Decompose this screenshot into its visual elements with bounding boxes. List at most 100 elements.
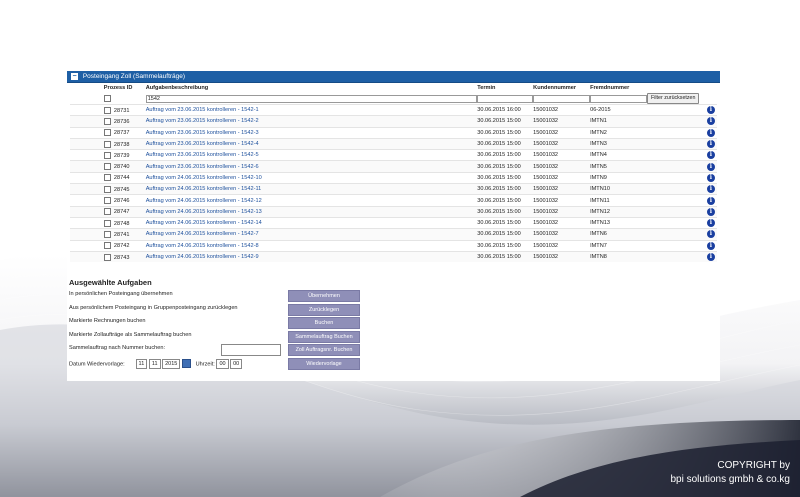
table-row[interactable]: 28745 Auftrag vom 24.06.2015 kontrolleren…: [70, 183, 717, 195]
table-row[interactable]: 28744 Auftrag vom 24.06.2015 kontrolleren…: [70, 171, 717, 184]
row-checkbox[interactable]: [103, 230, 111, 238]
row-termin: 30.06.2015 15:00: [475, 115, 532, 128]
row-task-link[interactable]: Auftrag vom 23.06.2015 kontrolleren - 15…: [146, 107, 259, 113]
info-icon[interactable]: i: [706, 162, 715, 171]
row-task-link[interactable]: Auftrag vom 24.06.2015 kontrolleren - 15…: [146, 254, 259, 260]
info-icon[interactable]: i: [706, 219, 715, 228]
wiedervorlage-button[interactable]: Wiedervorlage: [288, 357, 360, 370]
row-checkbox[interactable]: [103, 163, 111, 171]
row-checkbox[interactable]: [103, 129, 111, 137]
row-termin: 30.06.2015 15:00: [475, 149, 532, 161]
filter-aufgabe-input[interactable]: 1542: [145, 94, 478, 103]
row-fremd: IMTN9: [588, 171, 645, 184]
hour-field[interactable]: 00: [216, 358, 229, 369]
table-row[interactable]: 28741 Auftrag vom 24.06.2015 kontrolleren…: [70, 228, 717, 241]
row-prozess-id: 28736: [113, 118, 130, 125]
row-task-link[interactable]: Auftrag vom 24.06.2015 kontrolleren - 15…: [146, 220, 262, 226]
row-task-link[interactable]: Auftrag vom 23.06.2015 kontrolleren - 15…: [146, 164, 259, 170]
select-all-checkbox[interactable]: [103, 95, 111, 102]
col-prozess-id[interactable]: Prozess ID: [102, 83, 144, 93]
row-task-link[interactable]: Auftrag vom 23.06.2015 kontrolleren - 15…: [146, 130, 259, 136]
zoll-auftragsnr-buchen-button[interactable]: Zoll Auftragsnr. Buchen: [288, 344, 360, 356]
row-task-link[interactable]: Auftrag vom 24.06.2015 kontrolleren - 15…: [146, 198, 262, 204]
col-termin[interactable]: Termin: [475, 83, 531, 93]
row-kunde: 15001032: [531, 250, 589, 263]
info-icon[interactable]: i: [706, 106, 715, 115]
table-row[interactable]: 28740 Auftrag vom 23.06.2015 kontrolleren…: [70, 160, 717, 173]
uebernehmen-button[interactable]: Übernehmen: [288, 290, 360, 302]
info-icon[interactable]: i: [706, 140, 715, 149]
table-row[interactable]: 28742 Auftrag vom 24.06.2015 kontrolleren…: [70, 239, 717, 252]
row-task-link[interactable]: Auftrag vom 24.06.2015 kontrolleren - 15…: [146, 209, 262, 215]
filter-fremd-input[interactable]: [590, 94, 647, 103]
filter-kunde-input[interactable]: [533, 94, 591, 103]
row-checkbox[interactable]: [103, 106, 111, 114]
sammelauftrag-buchen-button[interactable]: Sammelauftrag Buchen: [288, 330, 360, 343]
buchen-button[interactable]: Buchen: [288, 317, 360, 329]
day-field[interactable]: 11: [135, 358, 148, 369]
table-row[interactable]: 28731 Auftrag vom 23.06.2015 kontrolleren…: [70, 103, 717, 116]
table-row[interactable]: 28746 Auftrag vom 24.06.2015 kontrolleren…: [70, 194, 717, 207]
info-icon[interactable]: i: [706, 230, 715, 239]
info-icon[interactable]: i: [706, 185, 715, 194]
info-icon[interactable]: i: [706, 253, 715, 261]
month-field[interactable]: 11: [148, 358, 161, 369]
table-row[interactable]: 28743 Auftrag vom 24.06.2015 kontrolleren…: [70, 250, 717, 263]
row-task-link[interactable]: Auftrag vom 24.06.2015 kontrolleren - 15…: [146, 175, 262, 181]
row-task-link[interactable]: Auftrag vom 24.06.2015 kontrolleren - 15…: [146, 186, 262, 192]
info-icon[interactable]: i: [706, 207, 715, 216]
filter-termin-input[interactable]: [477, 94, 534, 103]
row-checkbox[interactable]: [103, 253, 111, 261]
info-icon[interactable]: i: [706, 151, 715, 160]
row-task-link[interactable]: Auftrag vom 24.06.2015 kontrolleren - 15…: [146, 243, 259, 249]
row-termin: 30.06.2015 15:00: [475, 239, 532, 252]
row-checkbox[interactable]: [103, 174, 111, 182]
row-kunde: 15001032: [531, 160, 589, 173]
calendar-icon[interactable]: [181, 359, 191, 368]
row-kunde: 15001032: [531, 126, 589, 139]
task-row-sammelauftrag: Markierte Zollaufträge als Sammelauftrag…: [69, 330, 399, 345]
row-checkbox[interactable]: [103, 151, 111, 159]
col-kunde[interactable]: Kundennummer: [531, 83, 588, 93]
info-icon[interactable]: i: [706, 173, 715, 182]
row-checkbox[interactable]: [103, 185, 111, 193]
row-checkbox[interactable]: [103, 117, 111, 125]
row-prozess-id: 28748: [113, 220, 130, 227]
row-task-link[interactable]: Auftrag vom 23.06.2015 kontrolleren - 15…: [146, 118, 259, 124]
row-checkbox[interactable]: [103, 140, 111, 148]
zuruecklegen-button[interactable]: Zurücklegen: [288, 303, 360, 316]
panel-title: Posteingang Zoll (Sammelaufträge): [82, 73, 186, 80]
table-row[interactable]: 28739 Auftrag vom 23.06.2015 kontrolleren…: [70, 149, 717, 161]
task-row-nummer: Sammelauftrag nach Nummer buchen: Zoll A…: [69, 344, 399, 358]
table-row[interactable]: 28737 Auftrag vom 23.06.2015 kontrolleren…: [70, 126, 717, 139]
table-row[interactable]: 28747 Auftrag vom 24.06.2015 kontrolleren…: [70, 205, 717, 218]
row-checkbox[interactable]: [103, 242, 111, 250]
minute-field[interactable]: 00: [230, 358, 243, 369]
info-icon[interactable]: i: [706, 241, 715, 250]
collapse-icon[interactable]: −: [71, 72, 78, 80]
task-row-zuruecklegen: Aus persönlichem Posteingang in Gruppenp…: [69, 303, 399, 318]
row-checkbox[interactable]: [103, 208, 111, 216]
filter-reset-button[interactable]: Filter zurücksetzen: [646, 93, 700, 104]
row-kunde: 15001032: [531, 171, 589, 184]
col-fremd[interactable]: Fremdnummer: [588, 83, 645, 93]
row-fremd: IMTN11: [588, 194, 645, 207]
table-row[interactable]: 28748 Auftrag vom 24.06.2015 kontrolleren…: [70, 216, 717, 229]
sammelauftrag-nummer-input[interactable]: [221, 344, 281, 356]
row-checkbox[interactable]: [103, 219, 111, 227]
row-task-link[interactable]: Auftrag vom 23.06.2015 kontrolleren - 15…: [146, 141, 259, 147]
row-fremd: IMTN2: [588, 126, 645, 139]
row-task-link[interactable]: Auftrag vom 24.06.2015 kontrolleren - 15…: [146, 231, 259, 237]
table-row[interactable]: 28738 Auftrag vom 23.06.2015 kontrolleren…: [70, 137, 717, 150]
info-icon[interactable]: i: [706, 128, 715, 137]
year-field[interactable]: 2015: [162, 358, 181, 369]
col-aufgabe[interactable]: Aufgabenbeschreibung: [144, 83, 476, 93]
row-task-link[interactable]: Auftrag vom 23.06.2015 kontrolleren - 15…: [146, 152, 259, 158]
table-row[interactable]: 28736 Auftrag vom 23.06.2015 kontrolleren…: [70, 115, 717, 128]
row-kunde: 15001032: [531, 103, 589, 116]
info-icon[interactable]: i: [706, 196, 715, 205]
info-icon[interactable]: i: [706, 117, 715, 126]
row-fremd: IMTN5: [588, 160, 645, 173]
row-checkbox[interactable]: [103, 197, 111, 205]
inbox-panel: − Posteingang Zoll (Sammelaufträge) Proz…: [67, 71, 720, 381]
